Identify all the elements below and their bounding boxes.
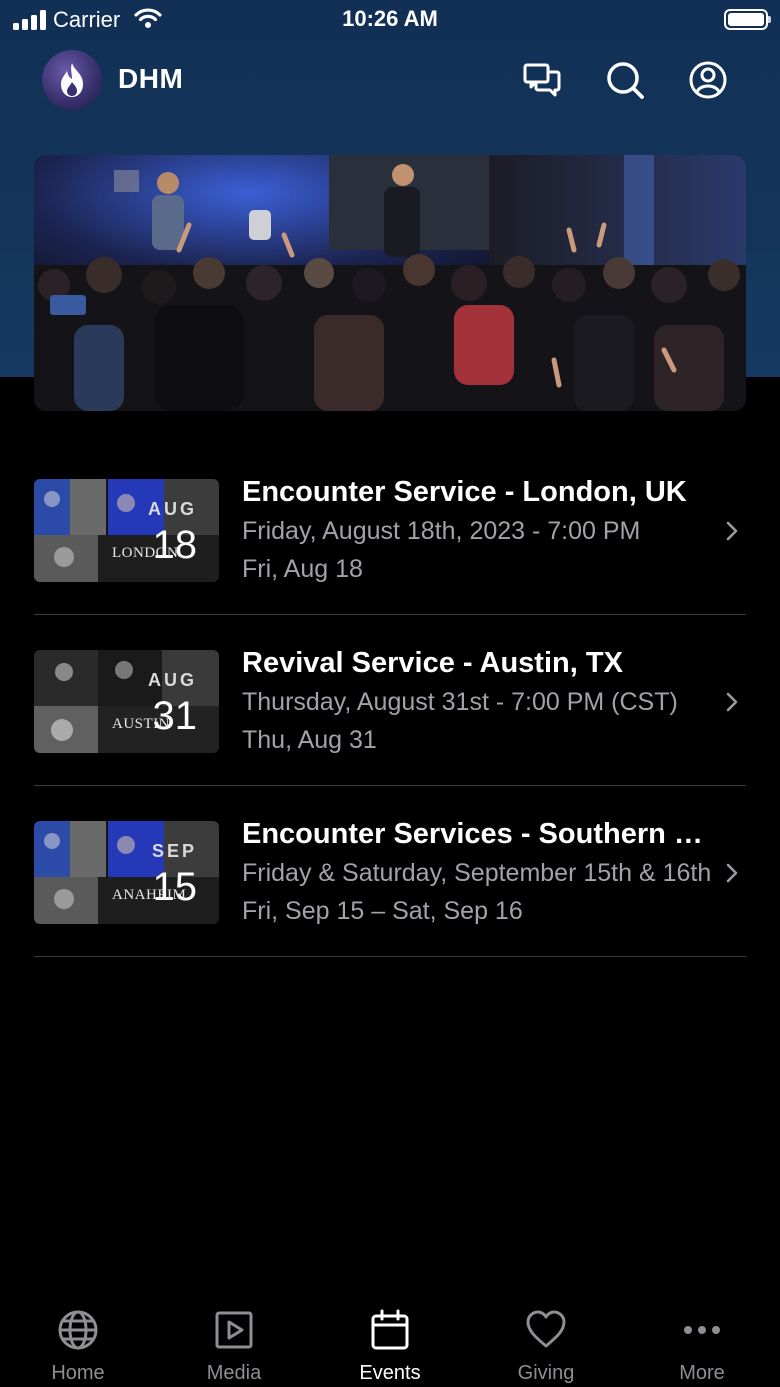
event-short-date: Thu, Aug 31: [242, 726, 377, 754]
chevron-right-icon: [726, 863, 738, 883]
chat-button[interactable]: [522, 60, 562, 100]
event-title: Encounter Services - Southern California: [242, 818, 722, 850]
tab-giving[interactable]: Giving: [468, 1300, 624, 1387]
thumbnail-month: AUG: [148, 499, 197, 519]
flame-icon: [61, 63, 83, 97]
event-title: Revival Service - Austin, TX: [242, 647, 623, 679]
app-title: DHM: [118, 63, 184, 94]
ellipsis-icon: [684, 1326, 720, 1334]
app-logo[interactable]: [42, 50, 102, 110]
chevron-right-icon: [726, 521, 738, 541]
event-thumbnail: AUG 31 AUSTIN: [34, 650, 219, 753]
tab-label: Events: [359, 1362, 421, 1384]
thumbnail-month: SEP: [151, 841, 197, 861]
event-thumbnail: AUG 18 LONDON: [34, 479, 219, 582]
chat-icon: [523, 63, 561, 97]
thumbnail-city: LONDON: [112, 545, 179, 561]
search-button[interactable]: [605, 60, 645, 100]
tab-label: Giving: [517, 1362, 575, 1384]
tab-home[interactable]: Home: [0, 1300, 156, 1387]
tab-label: Home: [51, 1362, 105, 1384]
calendar-icon: [371, 1309, 409, 1350]
search-icon: [607, 62, 644, 99]
tab-media[interactable]: Media: [156, 1300, 312, 1387]
chevron-right-icon: [726, 692, 738, 712]
heart-icon: [526, 1310, 566, 1348]
event-row[interactable]: AUG 18 LONDON Encounter Service - London…: [34, 444, 746, 615]
profile-button[interactable]: [688, 60, 728, 100]
tab-label: Media: [206, 1362, 262, 1384]
event-datetime: Friday, August 18th, 2023 - 7:00 PM: [242, 517, 641, 545]
event-short-date: Fri, Aug 18: [242, 555, 363, 583]
battery-icon: [724, 9, 768, 30]
status-bar: Carrier 10:26 AM: [0, 0, 780, 40]
events-list: AUG 18 LONDON Encounter Service - London…: [34, 444, 746, 957]
event-short-date: Fri, Sep 15 – Sat, Sep 16: [242, 897, 523, 925]
tab-more[interactable]: More: [624, 1300, 780, 1387]
tab-label: More: [679, 1362, 725, 1384]
thumbnail-month: AUG: [148, 670, 197, 690]
clock: 10:26 AM: [342, 6, 438, 31]
thumbnail-city: ANAHEIM: [112, 887, 187, 903]
globe-icon: [58, 1310, 98, 1350]
battery-cap: [768, 16, 771, 23]
app-header: DHM: [0, 48, 780, 112]
event-datetime: Thursday, August 31st - 7:00 PM (CST): [242, 688, 678, 716]
event-row[interactable]: SEP 15 ANAHEIM Encounter Services - Sout…: [34, 786, 746, 957]
tab-bar: Home Media Events Giving More: [0, 1300, 780, 1387]
play-icon: [215, 1311, 253, 1349]
event-datetime: Friday & Saturday, September 15th & 16th: [242, 859, 712, 887]
hero-banner-image[interactable]: [34, 155, 746, 411]
event-thumbnail: SEP 15 ANAHEIM: [34, 821, 219, 924]
tab-events[interactable]: Events: [312, 1300, 468, 1387]
event-title: Encounter Service - London, UK: [242, 476, 687, 508]
thumbnail-city: AUSTIN: [112, 716, 170, 732]
event-row[interactable]: AUG 31 AUSTIN Revival Service - Austin, …: [34, 615, 746, 786]
profile-icon: [689, 61, 727, 99]
